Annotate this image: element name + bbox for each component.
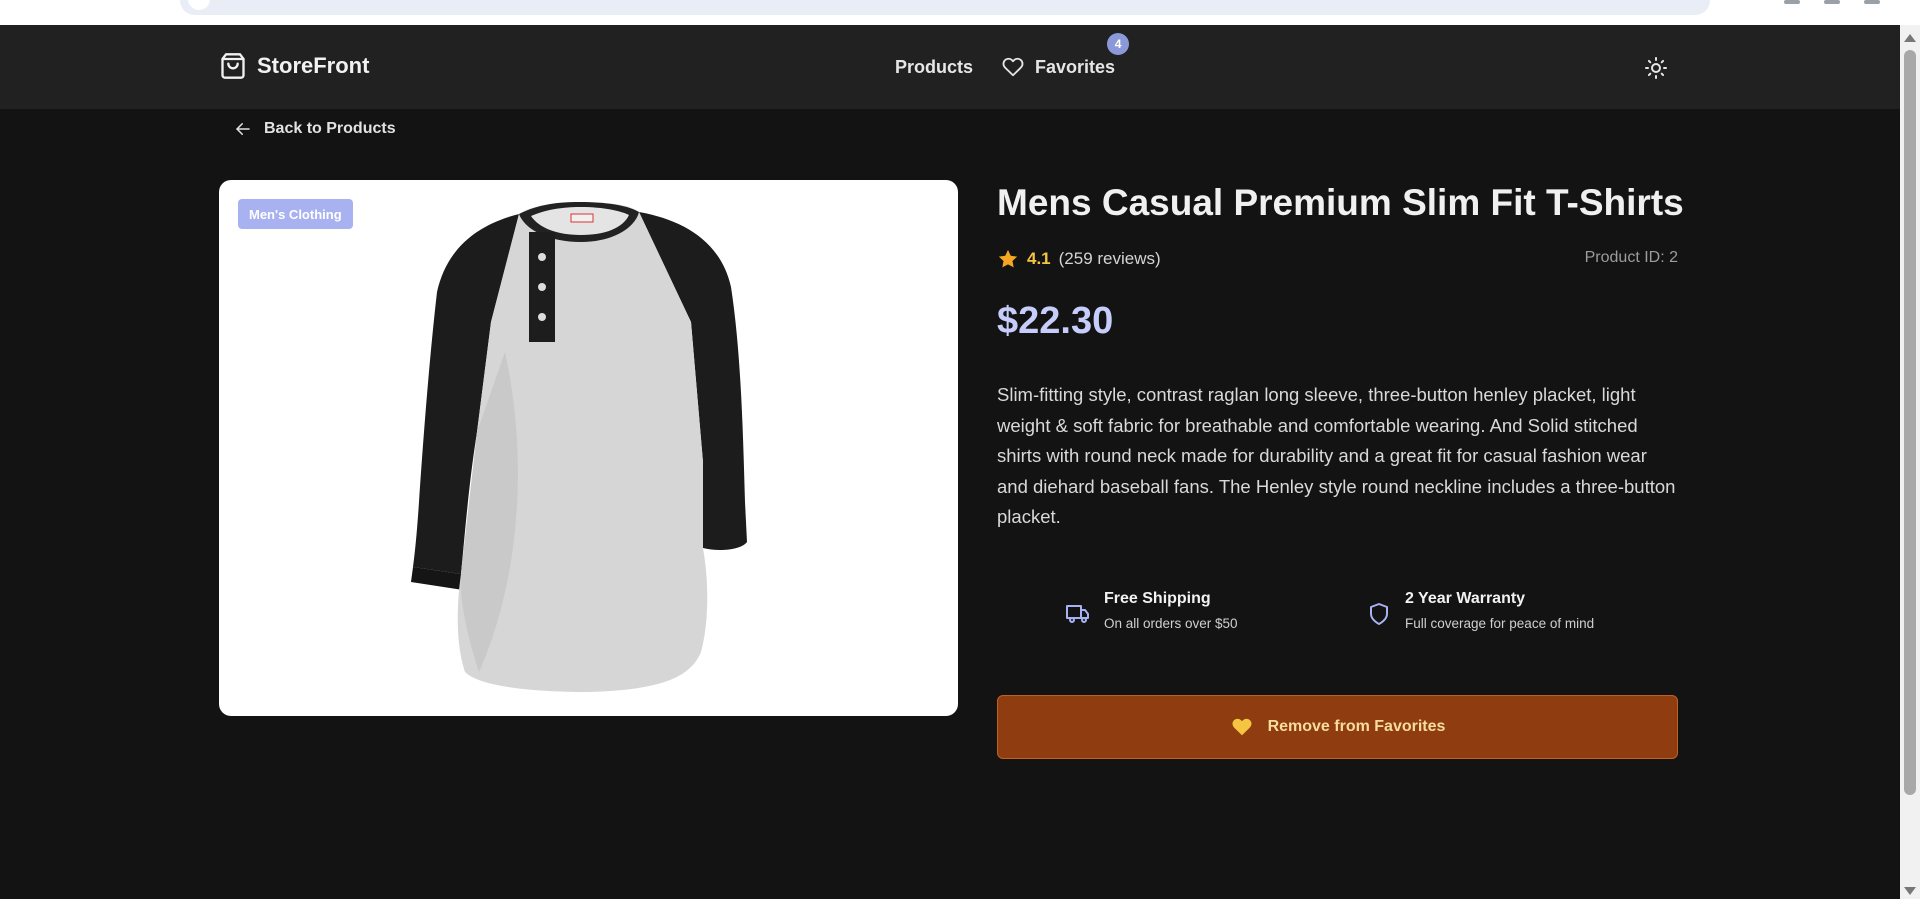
- nav-favorites-link[interactable]: Favorites 4: [1001, 33, 1130, 78]
- profile-icon[interactable]: [1824, 0, 1840, 4]
- product-image: [411, 202, 747, 692]
- product-rating: 4.1 (259 reviews): [997, 248, 1161, 270]
- star-icon: [998, 249, 1018, 268]
- scroll-down-arrow-icon[interactable]: [1900, 882, 1920, 899]
- feature-title: 2 Year Warranty: [1405, 590, 1526, 607]
- nav-products-link[interactable]: Products: [895, 57, 973, 78]
- browser-toolbar-icons: [1784, 0, 1880, 6]
- scroll-up-arrow-icon[interactable]: [1900, 29, 1920, 46]
- brand-name: StoreFront: [257, 53, 370, 78]
- browser-top-bar: [0, 0, 1920, 25]
- feature-free-shipping: Free Shipping On all orders over $50: [1066, 590, 1238, 631]
- feature-subtitle: On all orders over $50: [1104, 616, 1238, 631]
- remove-from-favorites-button[interactable]: Remove from Favorites: [997, 695, 1678, 759]
- product-description: Slim-fitting style, contrast raglan long…: [997, 384, 1676, 528]
- product-price: $22.30: [997, 300, 1114, 342]
- review-count: (259 reviews): [1058, 249, 1161, 268]
- favorites-count-badge: 4: [1107, 33, 1130, 55]
- nav-favorites-label: Favorites: [1035, 56, 1116, 77]
- feature-warranty: 2 Year Warranty Full coverage for peace …: [1367, 590, 1594, 631]
- rating-value: 4.1: [1027, 249, 1051, 268]
- site-header: StoreFront Products Favorites 4: [0, 25, 1900, 109]
- menu-icon[interactable]: [1864, 0, 1880, 4]
- site-info-icon[interactable]: [188, 0, 210, 10]
- brand-logo[interactable]: StoreFront: [219, 51, 369, 81]
- address-bar[interactable]: [180, 0, 1710, 15]
- shopping-bag-icon: [221, 53, 245, 79]
- scrollbar-thumb[interactable]: [1904, 50, 1916, 795]
- arrow-left-icon: [236, 123, 250, 135]
- back-to-products-link[interactable]: Back to Products: [234, 120, 396, 138]
- feature-subtitle: Full coverage for peace of mind: [1405, 616, 1595, 631]
- product-id: Product ID: 2: [1584, 249, 1678, 266]
- heart-filled-icon: [1232, 718, 1252, 736]
- category-badge: Men's Clothing: [238, 199, 353, 229]
- truck-icon: [1066, 605, 1089, 623]
- product-title: Mens Casual Premium Slim Fit T-Shirts: [997, 182, 1684, 223]
- back-link-label: Back to Products: [264, 120, 396, 137]
- product-features: Free Shipping On all orders over $50 2 Y…: [1066, 590, 1626, 640]
- shield-icon: [1370, 603, 1388, 625]
- theme-toggle-button[interactable]: [1643, 55, 1669, 81]
- feature-title: Free Shipping: [1104, 590, 1211, 607]
- product-image-card: Men's Clothing: [219, 180, 958, 716]
- page-scrollbar[interactable]: [1900, 25, 1920, 899]
- main-nav: Products Favorites 4: [895, 33, 1130, 78]
- heart-icon: [1002, 57, 1024, 77]
- favorite-button-label: Remove from Favorites: [1267, 718, 1446, 735]
- extension-icon[interactable]: [1784, 0, 1800, 4]
- sun-icon: [1645, 57, 1667, 79]
